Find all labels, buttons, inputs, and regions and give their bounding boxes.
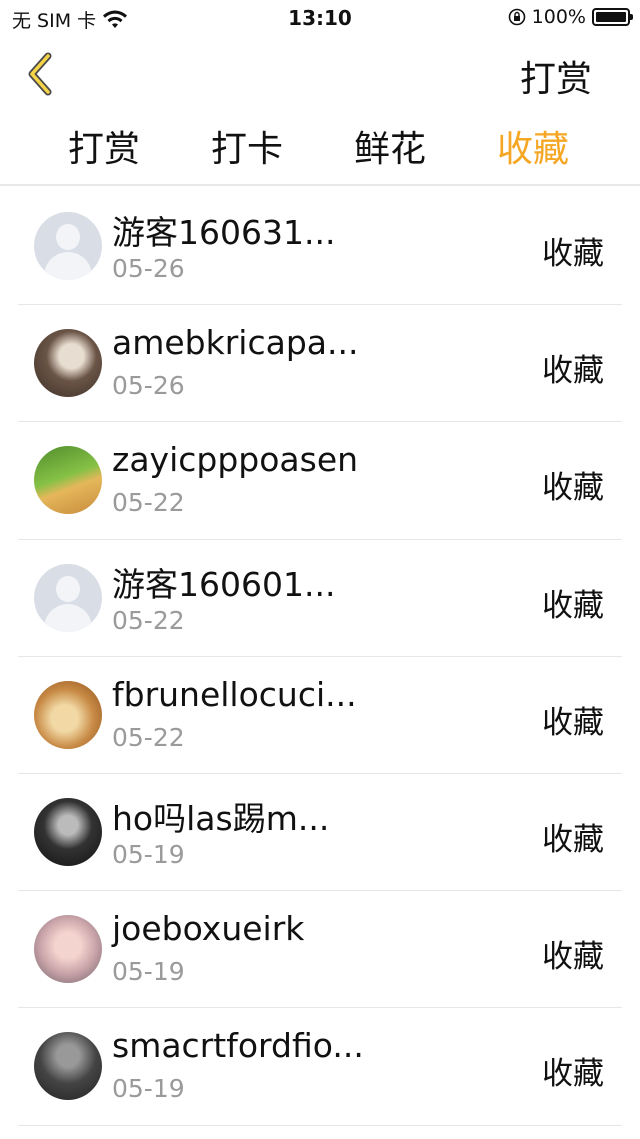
- tab-flowers[interactable]: 鲜花: [354, 120, 426, 172]
- user-avatar[interactable]: [34, 329, 102, 398]
- user-name: zayicpppoasen: [112, 440, 359, 480]
- status-bar: 无 SIM 卡 13:10 100%: [0, 0, 640, 36]
- default-avatar[interactable]: [34, 563, 102, 632]
- item-date: 05-26: [112, 254, 185, 283]
- user-avatar[interactable]: [34, 797, 102, 866]
- list-item[interactable]: amebkricapa... 05-26 收藏: [0, 305, 640, 423]
- back-button[interactable]: [20, 50, 64, 98]
- user-name: joeboxueirk: [112, 909, 305, 949]
- action-label: 收藏: [542, 587, 604, 624]
- tab-favorites[interactable]: 收藏: [497, 120, 569, 172]
- action-label: 收藏: [542, 939, 604, 976]
- user-avatar[interactable]: [34, 1032, 102, 1101]
- navigation-bar: 打赏: [0, 36, 640, 110]
- action-label: 收藏: [542, 704, 604, 741]
- user-name: 游客160601...: [112, 564, 336, 604]
- user-avatar[interactable]: [34, 915, 102, 984]
- page-title[interactable]: 打赏: [520, 50, 592, 102]
- tab-checkin[interactable]: 打卡: [211, 120, 283, 172]
- status-right: 100%: [508, 6, 633, 28]
- item-date: 05-19: [112, 957, 185, 987]
- list-item[interactable]: 游客160601... 05-22 收藏: [0, 540, 640, 657]
- item-date: 05-19: [112, 839, 185, 869]
- list-item[interactable]: ho吗las踢m... 05-19 收藏: [0, 774, 640, 892]
- item-date: 05-19: [112, 1074, 185, 1104]
- action-label: 收藏: [542, 470, 604, 507]
- default-avatar[interactable]: [34, 212, 102, 280]
- list-item[interactable]: zayicpppoasen 05-22 收藏: [0, 422, 640, 540]
- user-avatar[interactable]: [34, 680, 102, 749]
- list-item[interactable]: fbrunellocuci... 05-22 收藏: [0, 657, 640, 774]
- battery-icon: [592, 8, 633, 26]
- favorites-list: 游客160631... 05-26 收藏 amebkricapa... 05-2…: [0, 188, 640, 1126]
- tab-bar: 打赏 打卡 鲜花 收藏: [0, 116, 640, 180]
- chevron-left-icon: [28, 52, 52, 96]
- user-name: amebkricapa...: [112, 323, 359, 363]
- tab-reward[interactable]: 打赏: [68, 120, 140, 172]
- action-label: 收藏: [542, 353, 604, 390]
- item-date: 05-22: [112, 605, 185, 635]
- item-date: 05-22: [112, 488, 185, 518]
- action-label: 收藏: [542, 1056, 604, 1093]
- list-item[interactable]: joeboxueirk 05-19 收藏: [0, 891, 640, 1009]
- battery-percent: 100%: [531, 6, 586, 28]
- divider: [18, 1124, 622, 1126]
- user-name: fbrunellocuci...: [112, 674, 357, 714]
- user-avatar[interactable]: [34, 446, 102, 515]
- list-item[interactable]: 游客160631... 05-26 收藏: [0, 188, 640, 306]
- user-name: ho吗las踢m...: [112, 798, 330, 838]
- item-date: 05-26: [112, 371, 185, 401]
- tab-divider: [0, 184, 640, 186]
- item-date: 05-22: [112, 722, 185, 752]
- orientation-lock-icon: [508, 8, 525, 26]
- action-label: 收藏: [542, 236, 604, 272]
- list-item[interactable]: smacrtfordfio... 05-19 收藏: [0, 1008, 640, 1126]
- user-name: 游客160631...: [112, 213, 336, 252]
- action-label: 收藏: [542, 821, 604, 858]
- user-name: smacrtfordfio...: [112, 1026, 364, 1066]
